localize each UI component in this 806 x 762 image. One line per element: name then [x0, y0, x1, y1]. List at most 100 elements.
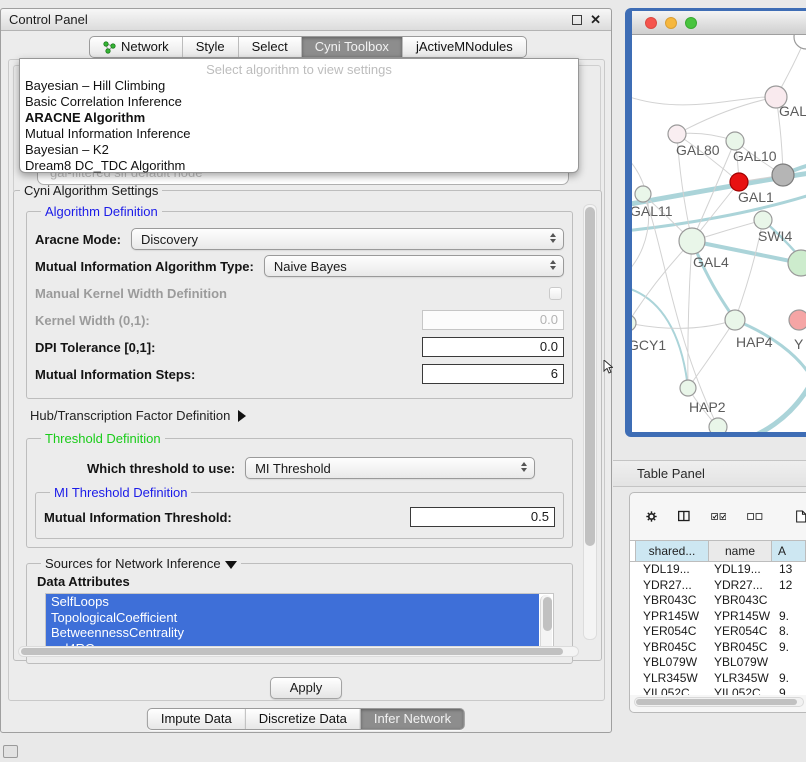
expand-arrow-icon [238, 410, 246, 422]
mi-threshold-definition-group: MI Threshold Definition Mutual Informati… [35, 485, 564, 539]
close-traffic-light-icon[interactable] [645, 17, 657, 29]
node-gal80[interactable] [668, 125, 686, 143]
cyni-mode-tabs: Impute Data Discretize Data Infer Networ… [147, 708, 465, 730]
mi-threshold-definition-title: MI Threshold Definition [50, 485, 191, 500]
network-window-titlebar[interactable] [632, 11, 806, 35]
node-hap2[interactable] [680, 380, 696, 396]
node-label: HAP2 [689, 399, 726, 415]
control-panel-titlebar: Control Panel ✕ [1, 9, 611, 31]
list-item[interactable]: TopologicalCoefficient [46, 610, 539, 626]
table-row[interactable]: YDR27...YDR27...12 [630, 578, 806, 594]
deselect-all-checkboxes-icon[interactable] [747, 511, 763, 522]
dropdown-item[interactable]: Bayesian – K2 [20, 142, 578, 158]
settings-horizontal-scrollbar[interactable] [18, 646, 579, 657]
node-right-green[interactable] [788, 250, 806, 276]
table-row[interactable]: YIL052CYIL052C9. [630, 686, 806, 695]
node-bottom[interactable] [709, 418, 727, 432]
list-item[interactable]: SelfLoops [46, 594, 539, 610]
mi-threshold-field[interactable]: 0.5 [410, 507, 555, 527]
mi-algorithm-type-combo[interactable]: Naive Bayes [264, 255, 564, 277]
column-header-clipped[interactable]: A [772, 541, 806, 561]
mi-type-label: Mutual Information Algorithm Type: [35, 259, 254, 274]
sources-title[interactable]: Sources for Network Inference [41, 556, 241, 571]
table-row[interactable]: YBR045CYBR045C9. [630, 640, 806, 656]
dropdown-item[interactable]: Dream8 DC_TDC Algorithm [20, 158, 578, 174]
tab-discretize-data[interactable]: Discretize Data [245, 709, 360, 729]
node-label: SWI4 [758, 228, 792, 244]
node-label: GAL [779, 103, 806, 119]
node-gcy1[interactable] [632, 315, 636, 331]
table-row[interactable]: YDL19...YDL19...13 [630, 562, 806, 578]
which-threshold-combo[interactable]: MI Threshold [245, 457, 535, 479]
tab-select[interactable]: Select [238, 37, 301, 57]
node-salmon[interactable] [789, 310, 806, 330]
dropdown-item-selected[interactable]: ARACNE Algorithm [20, 110, 578, 126]
collapse-arrow-icon [225, 561, 237, 569]
which-threshold-label: Which threshold to use: [87, 461, 235, 476]
dropdown-item[interactable]: Mutual Information Inference [20, 126, 578, 142]
mi-steps-field[interactable]: 6 [422, 364, 564, 384]
cyni-algorithm-settings-group: Cyni Algorithm Settings Algorithm Defini… [13, 183, 602, 661]
node-hap4[interactable] [725, 310, 745, 330]
node-gray[interactable] [772, 164, 794, 186]
column-header-shared-name[interactable]: shared... [636, 541, 709, 561]
list-item[interactable]: BetweennessCentrality [46, 625, 539, 641]
gear-icon[interactable] [646, 508, 657, 525]
node-label: GAL80 [676, 142, 720, 158]
kernel-width-field: 0.0 [422, 310, 564, 330]
dpi-tolerance-field[interactable]: 0.0 [422, 337, 564, 357]
control-panel-tabs: Network Style Select Cyni Toolbox jActiv… [89, 36, 527, 58]
dropdown-item[interactable]: Basic Correlation Inference [20, 94, 578, 110]
algorithm-dropdown-popup: Select algorithm to view settings Bayesi… [19, 58, 579, 173]
settings-vertical-scrollbar[interactable] [583, 204, 597, 640]
application-root: Control Panel ✕ Network [0, 0, 806, 762]
table-row[interactable]: YLR345WYLR345W9. [630, 671, 806, 687]
node-swi4[interactable] [754, 211, 772, 229]
node-table: shared... name A YDL19...YDL19...13 YDR2… [630, 540, 806, 712]
table-row[interactable]: YPR145WYPR145W9. [630, 609, 806, 625]
node-label: GCY1 [632, 337, 666, 353]
table-row[interactable]: YBR043CYBR043C [630, 593, 806, 609]
select-all-checkboxes-icon[interactable] [711, 511, 727, 522]
table-body: YDL19...YDL19...13 YDR27...YDR27...12 YB… [630, 562, 806, 695]
dropdown-placeholder-item[interactable]: Select algorithm to view settings [20, 61, 578, 78]
minimize-traffic-light-icon[interactable] [665, 17, 677, 29]
threshold-definition-group: Threshold Definition Which threshold to … [26, 431, 573, 548]
node-label: GAL1 [738, 189, 774, 205]
minimized-panel-icon[interactable] [3, 745, 18, 758]
split-columns-icon[interactable] [678, 508, 690, 524]
tab-impute-data[interactable]: Impute Data [148, 709, 245, 729]
apply-button[interactable]: Apply [270, 677, 342, 699]
combo-stepper-icon [521, 462, 527, 472]
tab-jactivemnodules[interactable]: jActiveMNodules [402, 37, 526, 57]
settings-group-title: Cyni Algorithm Settings [20, 183, 162, 198]
close-icon[interactable]: ✕ [590, 15, 601, 25]
table-row[interactable]: YBL079WYBL079W [630, 655, 806, 671]
dropdown-item[interactable]: Bayesian – Hill Climbing [20, 78, 578, 94]
node-label: Y [794, 336, 804, 352]
table-panel-title: Table Panel [637, 466, 705, 481]
node-gal11[interactable] [635, 186, 651, 202]
network-view-window: GAL GAL80 GAL10 GAL1 GAL11 SWI4 GAL4 GCY… [625, 8, 806, 437]
column-header-name[interactable]: name [709, 541, 772, 561]
tab-network[interactable]: Network [90, 37, 182, 57]
tab-style[interactable]: Style [182, 37, 238, 57]
node-gal4[interactable] [679, 228, 705, 254]
float-window-icon[interactable] [572, 15, 582, 25]
panel-title: Control Panel [1, 12, 88, 27]
manual-kernel-checkbox [549, 287, 562, 300]
tab-infer-network[interactable]: Infer Network [360, 709, 464, 729]
document-icon[interactable] [796, 507, 806, 526]
table-horizontal-scrollbar[interactable] [634, 697, 804, 707]
aracne-mode-combo[interactable]: Discovery [131, 228, 564, 250]
node-label: HAP4 [736, 334, 773, 350]
network-canvas[interactable]: GAL GAL80 GAL10 GAL1 GAL11 SWI4 GAL4 GCY… [632, 35, 806, 432]
node-unlabeled-top[interactable] [794, 35, 806, 49]
tab-network-label: Network [121, 37, 169, 57]
hub-definition-expander[interactable]: Hub/Transcription Factor Definition [30, 408, 577, 423]
table-row[interactable]: YER054CYER054C8. [630, 624, 806, 640]
zoom-traffic-light-icon[interactable] [685, 17, 697, 29]
dpi-tolerance-label: DPI Tolerance [0,1]: [35, 340, 155, 355]
tab-cyni-toolbox[interactable]: Cyni Toolbox [301, 37, 402, 57]
combo-stepper-icon [550, 233, 556, 243]
